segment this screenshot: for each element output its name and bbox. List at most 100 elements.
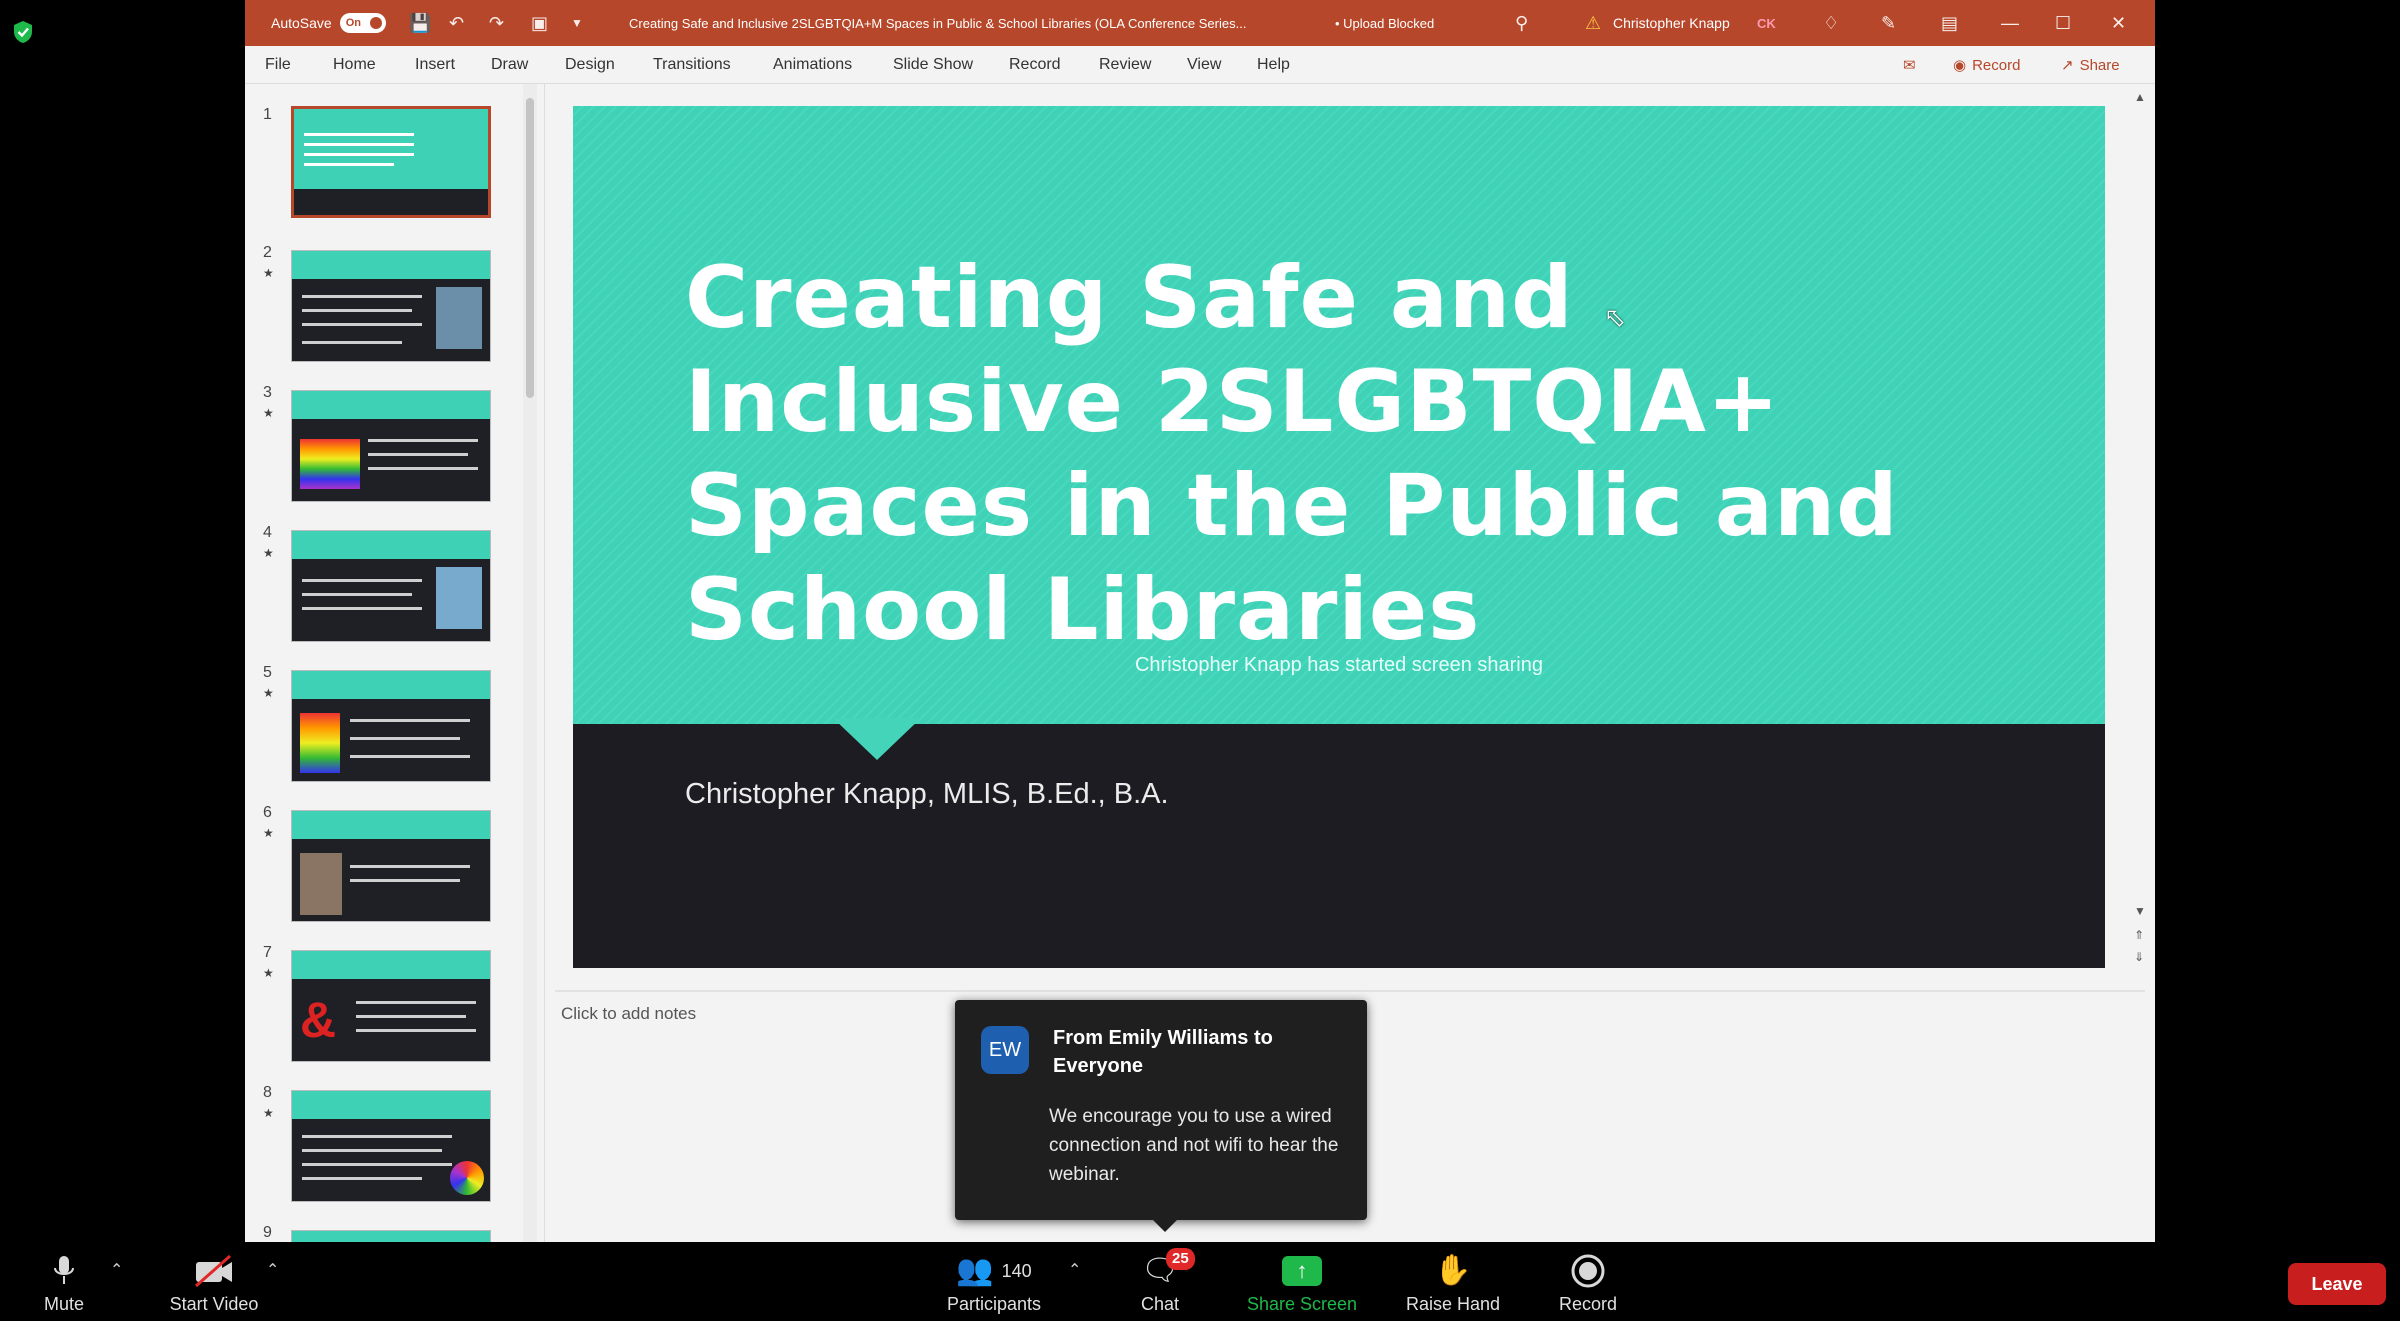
chat-message: We encourage you to use a wired connecti… [1049,1106,1339,1185]
chat-sender: From Emily Williams to Everyone [1053,1027,1273,1077]
save-icon[interactable]: 💾 [409,0,431,46]
slide-number: 8 [263,1084,272,1101]
menu-design[interactable]: Design [565,46,615,84]
menu-home[interactable]: Home [333,46,376,84]
zoom-toolbar: Mute ⌃ Start Video ⌃ 👥 140 Participants … [0,1242,2400,1321]
slide-number: 6 [263,804,272,821]
video-off-icon [195,1254,232,1288]
share-screen-label: Share Screen [1246,1294,1358,1314]
slide-number: 1 [263,106,272,123]
user-name[interactable]: Christopher Knapp [1613,0,1730,46]
mouse-cursor-icon: ⬁ [1604,302,1626,332]
slide-thumbnails-pane: 1 2 ★ 3 ★ 4 ★ 5 ★ 6 ★ 7 ★ & 8 ★ 9 [245,84,545,1242]
menu-animations[interactable]: Animations [773,46,852,84]
slide-thumbnail-6[interactable] [291,810,491,922]
pen-icon[interactable]: ✎ [1881,0,1896,46]
leave-button[interactable]: Leave [2288,1263,2386,1305]
title-bar: AutoSave On 💾 ↶ ↷ ▣ ▼ Creating Safe and … [245,0,2155,46]
maximize-icon[interactable]: ☐ [2055,0,2071,46]
transition-icon: ★ [263,826,274,840]
share-screen-button[interactable]: ↑ Share Screen [1236,1242,1368,1321]
participants-count: 140 [1001,1260,1032,1281]
autosave-label: AutoSave [271,15,332,31]
slide-thumbnail-7[interactable]: & [291,950,491,1062]
customize-toolbar-icon[interactable]: ▼ [571,0,583,46]
share-button-label: Share [2079,56,2120,74]
close-icon[interactable]: ✕ [2111,0,2126,46]
chat-unread-badge: 25 [1166,1248,1195,1270]
raise-hand-button[interactable]: ✋ Raise Hand [1394,1242,1512,1321]
menu-file[interactable]: File [265,46,291,84]
mute-button[interactable]: Mute [32,1242,96,1321]
next-slide-icon[interactable]: ⇓ [2134,950,2144,964]
record-button[interactable]: ◉ Record [1945,52,2028,78]
menu-slide-show[interactable]: Slide Show [893,46,973,84]
slide-thumbnail-8[interactable] [291,1090,491,1202]
start-video-button[interactable]: Start Video [158,1242,270,1321]
slide-thumbnail-2[interactable] [291,250,491,362]
menu-view[interactable]: View [1187,46,1221,84]
participants-button[interactable]: 👥 140 Participants [934,1242,1054,1321]
search-icon[interactable]: ⚲ [1515,0,1528,46]
warning-icon[interactable]: ⚠ [1585,0,1601,46]
transition-icon: ★ [263,686,274,700]
minimize-icon[interactable]: — [2001,0,2019,46]
notes-placeholder[interactable]: Click to add notes [561,1004,696,1024]
menu-help[interactable]: Help [1257,46,1290,84]
slide-thumbnail-5[interactable] [291,670,491,782]
record-dot-icon: ◉ [1953,57,1967,74]
thumbnails-scrollbar[interactable] [523,84,537,1242]
menu-record[interactable]: Record [1009,46,1061,84]
menu-draw[interactable]: Draw [491,46,528,84]
record-zoom-button[interactable]: Record [1548,1242,1628,1321]
slide-scrollbar[interactable]: ▲ ▼ ⇑ ⇓ [2130,84,2150,984]
transition-icon: ★ [263,546,274,560]
slide-number: 4 [263,524,272,541]
record-icon [1571,1254,1605,1288]
participants-icon: 👥 [956,1254,994,1287]
user-initials[interactable]: CK [1757,0,1776,46]
audio-options-chevron-icon[interactable]: ⌃ [110,1260,123,1280]
autosave-control[interactable]: AutoSave On [271,0,386,46]
menu-review[interactable]: Review [1099,46,1151,84]
slide-thumbnail-3[interactable] [291,390,491,502]
upload-status[interactable]: • Upload Blocked [1335,0,1434,46]
present-icon[interactable]: ▣ [531,0,548,46]
share-icon: ↗ [2061,57,2074,74]
slide-number: 5 [263,664,272,681]
scroll-up-icon[interactable]: ▲ [2134,90,2146,104]
diamond-icon[interactable]: ♢ [1823,0,1839,46]
slide-canvas[interactable]: Creating Safe and Inclusive 2SLGBTQIA+ S… [573,106,2105,968]
autosave-toggle[interactable]: On [339,13,386,33]
participants-chevron-icon[interactable]: ⌃ [1068,1260,1081,1280]
undo-icon[interactable]: ↶ [449,0,464,46]
slide-number: 9 [263,1224,272,1241]
menu-transitions[interactable]: Transitions [653,46,731,84]
slide-thumbnail-9[interactable] [291,1230,491,1242]
slide-thumbnail-4[interactable] [291,530,491,642]
slide-title[interactable]: Creating Safe and Inclusive 2SLGBTQIA+ S… [685,246,1985,662]
scroll-down-icon[interactable]: ▼ [2134,904,2146,918]
video-options-chevron-icon[interactable]: ⌃ [266,1260,279,1280]
share-button[interactable]: ↗ Share [2053,52,2128,78]
previous-slide-icon[interactable]: ⇑ [2134,928,2144,942]
chat-label: Chat [1140,1294,1180,1314]
ribbon-display-icon[interactable]: ▤ [1941,0,1958,46]
shield-check-icon[interactable] [12,20,34,44]
transition-icon: ★ [263,266,274,280]
menu-insert[interactable]: Insert [415,46,455,84]
record-label: Record [1558,1294,1618,1314]
redo-icon[interactable]: ↷ [489,0,504,46]
comments-icon[interactable]: ✉ [1895,52,1924,78]
slide-thumbnail-1[interactable] [291,106,491,218]
document-title: Creating Safe and Inclusive 2SLGBTQIA+M … [629,15,1247,31]
transition-icon: ★ [263,406,274,420]
transition-icon: ★ [263,1106,274,1120]
notes-divider[interactable] [555,990,2145,992]
mute-label: Mute [43,1294,85,1314]
record-button-label: Record [1972,56,2021,74]
screen-share-notice: Christopher Knapp has started screen sha… [1134,654,1543,676]
chat-notification-popup[interactable]: EW From Emily Williams to Everyone We en… [955,1000,1367,1232]
microphone-icon [54,1256,74,1284]
slide-subtitle[interactable]: Christopher Knapp, MLIS, B.Ed., B.A. [685,778,1169,811]
